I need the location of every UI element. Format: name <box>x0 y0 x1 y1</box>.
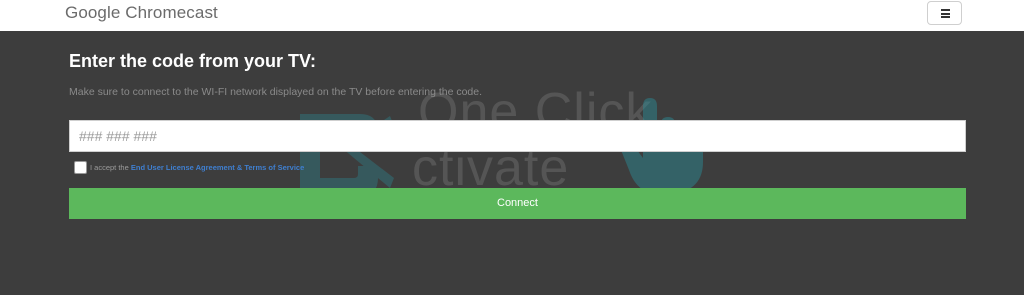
chromecast-setup-page: Google Chromecast One Click ctivate Ente… <box>0 0 1024 295</box>
top-header: Google Chromecast <box>0 0 1024 31</box>
page-title: Enter the code from your TV: <box>69 51 317 71</box>
accept-terms-label: I accept the End User License Agreement … <box>90 163 304 172</box>
connect-button[interactable]: Connect <box>69 188 966 219</box>
accept-terms-checkbox[interactable] <box>74 161 87 174</box>
brand-logo[interactable]: Google Chromecast <box>65 3 218 23</box>
wifi-instruction-text: Make sure to connect to the WI-FI networ… <box>69 86 483 98</box>
menu-toggle-button[interactable] <box>927 1 962 25</box>
accept-prefix-text: I accept the <box>90 163 131 172</box>
tv-code-input[interactable] <box>69 120 966 152</box>
license-terms-link[interactable]: End User License Agreement & Terms of Se… <box>131 163 304 172</box>
hamburger-menu-icon <box>941 9 950 18</box>
